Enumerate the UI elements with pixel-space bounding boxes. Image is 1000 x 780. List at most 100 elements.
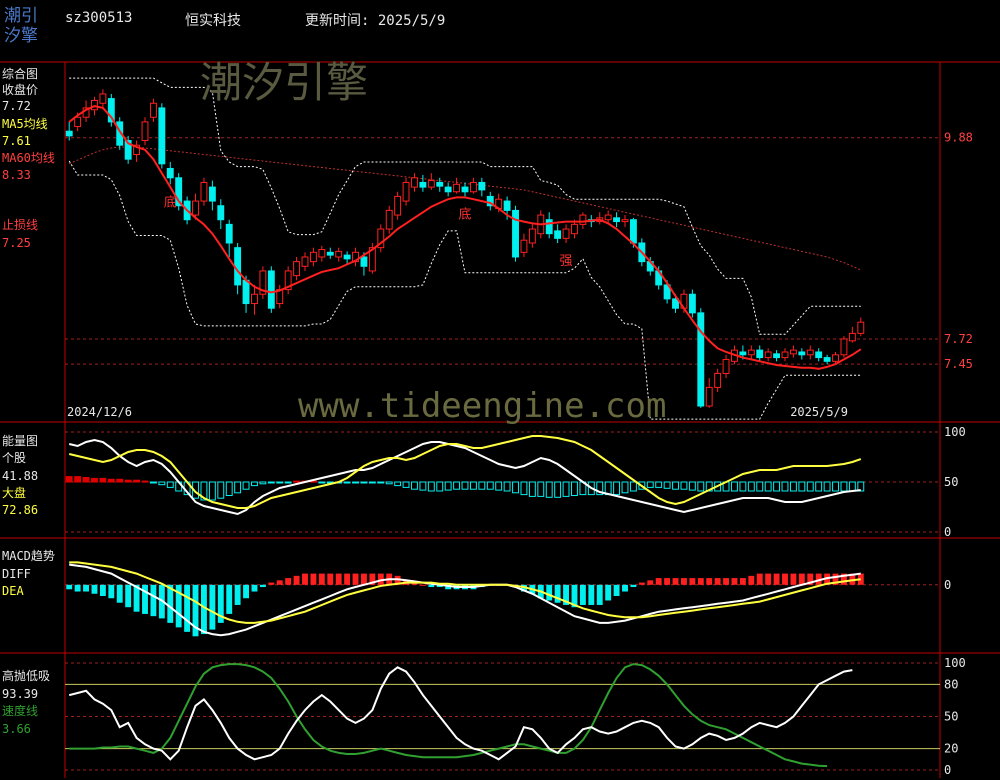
- macd-bar: [798, 573, 805, 585]
- energy-bar: [848, 481, 856, 492]
- candle-body: [823, 357, 831, 362]
- candle-body: [149, 102, 157, 118]
- energy-bar: [116, 478, 124, 483]
- energy-bar: [840, 481, 848, 492]
- candle-body: [520, 239, 528, 253]
- macd-bar: [234, 584, 241, 605]
- candle-body: [857, 321, 865, 334]
- energy-bar: [478, 481, 486, 490]
- candle-body: [832, 354, 839, 362]
- energy-bar: [731, 481, 738, 492]
- candle-body: [411, 177, 418, 188]
- candle-body: [402, 181, 410, 202]
- candle-body: [166, 167, 174, 179]
- candle-body: [293, 261, 301, 277]
- stock-code: sz300513: [65, 10, 133, 26]
- candle-body: [267, 270, 275, 309]
- hilo-tick-label: 20: [944, 742, 958, 756]
- energy-bar: [225, 481, 233, 496]
- candle-body: [461, 186, 469, 193]
- macd-bar: [91, 584, 98, 594]
- candle-body: [478, 181, 486, 191]
- speed-line: [69, 663, 828, 768]
- candle-body: [427, 180, 435, 188]
- main-panel-title: 综合图: [2, 67, 39, 81]
- energy-bar: [688, 481, 696, 491]
- energy-bar: [352, 481, 359, 484]
- price-tick-label: 7.72: [944, 332, 973, 346]
- energy-bar: [234, 481, 242, 494]
- candle-body: [453, 183, 461, 193]
- stock-energy-label: 个股: [2, 451, 27, 465]
- energy-bar: [672, 481, 679, 490]
- energy-bar: [823, 481, 831, 492]
- macd-bar: [782, 573, 788, 585]
- candle-body: [815, 351, 823, 359]
- energy-bar: [124, 479, 132, 483]
- energy-bar: [621, 481, 629, 494]
- candle-body: [360, 256, 368, 267]
- stock-energy-value: 41.88: [2, 469, 39, 483]
- speed-value: 3.66: [2, 722, 31, 736]
- market-energy-value: 72.86: [2, 503, 39, 517]
- candle-body: [705, 386, 713, 407]
- logo: 潮引 汐擎: [4, 6, 38, 46]
- diff-label: DIFF: [2, 567, 31, 581]
- energy-bar: [91, 477, 98, 483]
- energy-bar: [461, 481, 469, 490]
- macd-bar: [318, 573, 325, 585]
- energy-bar: [764, 481, 772, 492]
- energy-bar: [360, 481, 368, 484]
- energy-bar: [571, 481, 578, 496]
- macd-bar: [268, 582, 275, 585]
- candle-body: [301, 256, 309, 267]
- macd-panel-title: MACD趋势: [2, 549, 55, 563]
- macd-bar: [209, 584, 216, 630]
- candle-body: [217, 205, 225, 221]
- energy-bar: [613, 481, 621, 496]
- energy-bar: [99, 477, 107, 483]
- macd-bar: [344, 573, 351, 585]
- candle-body: [840, 338, 848, 356]
- price-tick-label: 7.45: [944, 357, 973, 371]
- candle-body: [343, 254, 351, 260]
- x-start-label: 2024/12/6: [67, 405, 132, 419]
- macd-bar: [546, 584, 553, 601]
- close-value: 7.72: [2, 99, 31, 113]
- hilo-tick-label: 0: [944, 763, 951, 777]
- candle-body: [554, 230, 562, 239]
- energy-tick-label: 50: [944, 475, 958, 489]
- energy-bar: [259, 481, 267, 485]
- candle-body: [200, 181, 208, 202]
- candle-body: [688, 293, 696, 314]
- candle-body: [503, 200, 511, 211]
- candle-body: [74, 116, 82, 128]
- energy-bar: [815, 481, 823, 492]
- ma5-label: MA5均线: [2, 117, 48, 131]
- candle-body: [444, 186, 452, 193]
- logo-char-2: 汐擎: [4, 26, 38, 46]
- candle-body: [579, 214, 587, 225]
- macd-bar: [125, 584, 132, 608]
- brand-watermark: 潮汐引擎: [200, 58, 369, 107]
- macd-bar: [226, 584, 233, 614]
- macd-bar: [672, 578, 679, 585]
- energy-panel-title: 能量图: [2, 434, 39, 448]
- macd-bar: [638, 582, 645, 585]
- macd-bar: [697, 578, 704, 585]
- macd-bar: [579, 584, 586, 605]
- energy-bar: [149, 481, 157, 484]
- candle-body: [141, 121, 149, 142]
- energy-bar: [343, 481, 351, 484]
- macd-bar: [361, 573, 367, 585]
- energy-bar: [385, 481, 393, 485]
- candle-body: [604, 214, 612, 221]
- hilo-tick-label: 80: [944, 677, 958, 691]
- candle-body: [739, 351, 747, 356]
- ma5-value: 7.61: [2, 134, 31, 148]
- energy-bar: [806, 481, 814, 492]
- macd-tick-label: 0: [944, 578, 951, 592]
- energy-bar: [158, 481, 166, 486]
- energy-bar: [251, 481, 258, 487]
- energy-bar: [444, 481, 452, 491]
